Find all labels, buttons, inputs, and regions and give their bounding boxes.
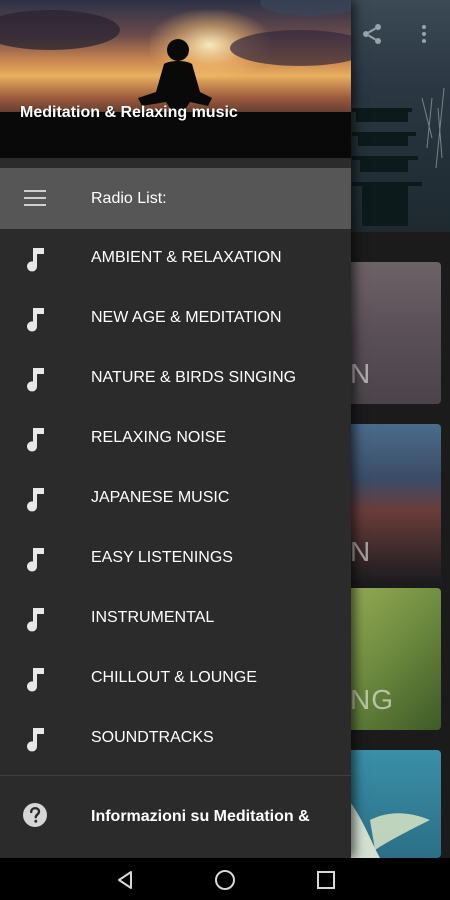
pagoda-image [352,87,445,226]
radio-list: AMBIENT & RELAXATION NEW AGE & MEDITATIO… [0,229,351,769]
menu-item-label: CHILLOUT & LOUNGE [91,669,257,686]
menu-item-label: NATURE & BIRDS SINGING [91,369,297,386]
back-icon[interactable] [114,869,136,891]
menu-item-label: JAPANESE MUSIC [91,489,230,506]
menu-item-label: SOUNDTRACKS [91,729,214,746]
menu-item-new-age-meditation[interactable]: NEW AGE & MEDITATION [0,289,351,349]
recents-icon[interactable] [315,869,337,891]
home-icon[interactable] [214,869,236,891]
drawer-header: Meditation & Relaxing music [0,0,351,158]
menu-item-japanese-music[interactable]: JAPANESE MUSIC [0,469,351,529]
menu-item-chillout-lounge[interactable]: CHILLOUT & LOUNGE [0,649,351,709]
menu-icon [24,190,48,208]
about-menu-item[interactable]: Informazioni su Meditation & [0,776,351,853]
menu-item-label: RELAXING NOISE [91,429,227,446]
music-note-icon [27,308,44,332]
menu-item-easy-listenings[interactable]: EASY LISTENINGS [0,529,351,589]
spacer [0,158,351,168]
help-icon [23,803,47,827]
menu-item-instrumental[interactable]: INSTRUMENTAL [0,589,351,649]
menu-item-soundtracks[interactable]: SOUNDTRACKS [0,709,351,769]
cloud [260,0,351,16]
card-title-fragment: N [350,358,372,389]
menu-item-label: EASY LISTENINGS [91,549,233,566]
music-note-icon [27,668,44,692]
app-title: Meditation & Relaxing music [20,104,238,121]
music-note-icon [27,248,44,272]
menu-item-label: NEW AGE & MEDITATION [91,309,282,326]
menu-item-label: INSTRUMENTAL [91,609,215,626]
music-note-icon [27,728,44,752]
music-note-icon [27,548,44,572]
radio-list-label: Radio List: [91,189,167,207]
about-label: Informazioni su Meditation & [91,808,310,825]
navigation-drawer: Meditation & Relaxing music Radio List: … [0,0,351,858]
music-note-icon [27,368,44,392]
share-icon[interactable] [360,22,384,46]
menu-item-ambient-relaxation[interactable]: AMBIENT & RELAXATION [0,229,351,289]
music-note-icon [27,608,44,632]
system-navigation-bar [0,858,450,900]
menu-item-relaxing-noise[interactable]: RELAXING NOISE [0,409,351,469]
menu-item-nature-birds-singing[interactable]: NATURE & BIRDS SINGING [0,349,351,409]
music-note-icon [27,488,44,512]
radio-list-header[interactable]: Radio List: [0,168,351,229]
more-options-icon[interactable] [418,22,430,46]
card-title-fragment: NG [350,684,394,715]
card-title-fragment: N [350,536,372,567]
cloud [0,10,120,50]
music-note-icon [27,428,44,452]
menu-item-label: AMBIENT & RELAXATION [91,249,282,266]
